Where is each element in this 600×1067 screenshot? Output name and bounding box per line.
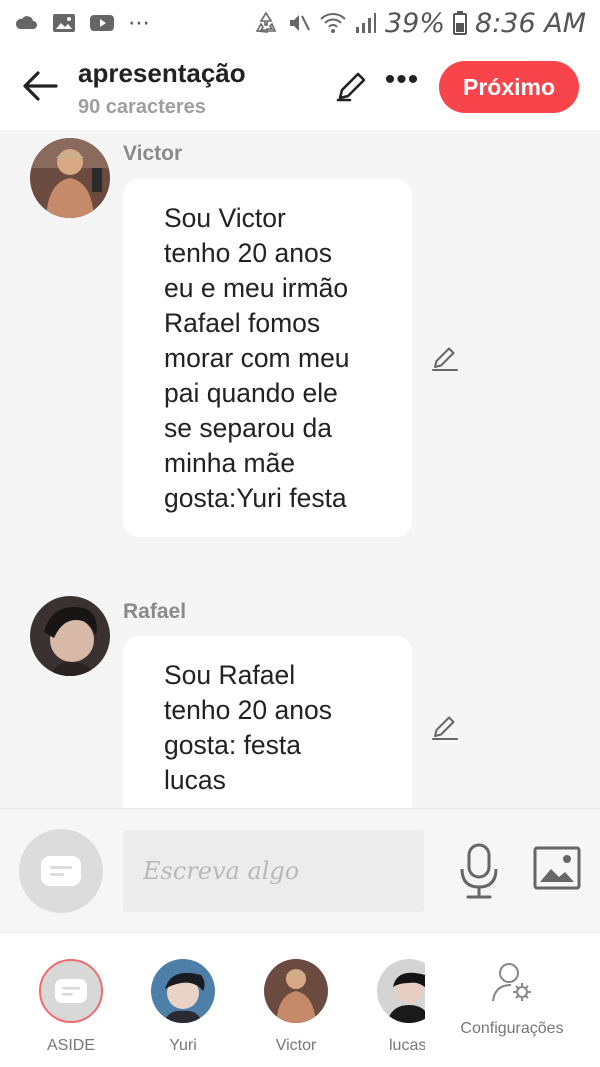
image-picker-icon[interactable] <box>533 846 581 890</box>
app-header: apresentação 90 caracteres ••• Próximo <box>0 46 600 130</box>
pen-icon[interactable] <box>334 68 370 104</box>
tab-label: lucas <box>389 1037 425 1054</box>
more-options-icon[interactable]: ••• <box>384 65 420 100</box>
message-author: Rafael <box>123 600 187 623</box>
clock: 8:36 AM <box>475 7 586 39</box>
tab-label: Yuri <box>169 1037 197 1054</box>
message-author: Victor <box>123 142 183 165</box>
edit-icon[interactable] <box>430 712 460 742</box>
aside-button[interactable] <box>19 829 103 913</box>
avatar-rafael[interactable] <box>30 596 110 676</box>
tab-aside[interactable]: ASIDE <box>21 959 121 1055</box>
avatar-yuri <box>151 959 215 1023</box>
aside-tab-icon <box>39 959 103 1023</box>
mute-icon <box>290 15 310 31</box>
tab-label: Configurações <box>460 1020 564 1037</box>
page-title: apresentação <box>78 58 246 88</box>
microphone-icon[interactable] <box>458 843 500 899</box>
tab-victor[interactable]: Victor <box>246 959 346 1055</box>
recycle-icon <box>255 11 277 33</box>
battery-percent: 39% <box>385 7 446 39</box>
character-count: 90 caracteres <box>78 96 206 118</box>
wifi-icon <box>320 13 346 33</box>
next-button[interactable]: Próximo <box>439 61 579 113</box>
edit-icon[interactable] <box>430 343 460 373</box>
tab-label: Victor <box>275 1037 317 1054</box>
message-list[interactable]: Victor Sou Victor tenho 20 anos eu e meu… <box>0 130 600 808</box>
aside-message-icon <box>41 856 81 886</box>
bottom-tab-bar: ASIDE Yuri Victor lucas Configurações <box>0 932 600 1067</box>
tab-settings[interactable]: Configurações <box>456 961 568 1038</box>
back-arrow-icon[interactable] <box>20 68 60 104</box>
cloud-icon <box>15 16 37 29</box>
signal-icon <box>356 13 376 33</box>
image-icon <box>53 14 75 32</box>
avatar-victor-small <box>264 959 328 1023</box>
avatar-lucas <box>377 959 425 1023</box>
message-input[interactable] <box>143 857 404 885</box>
message-bubble[interactable]: Sou Victor tenho 20 anos eu e meu irmão … <box>123 179 412 537</box>
status-bar: ⋯ 39% 8:36 AM <box>0 0 600 46</box>
youtube-icon <box>90 15 114 31</box>
battery-icon <box>453 11 468 35</box>
composer-bar <box>0 808 600 932</box>
more-notifications-icon: ⋯ <box>128 10 152 35</box>
message-input-container <box>123 830 424 912</box>
tab-yuri[interactable]: Yuri <box>133 959 233 1055</box>
user-settings-icon <box>492 963 531 1002</box>
tab-label: ASIDE <box>46 1037 95 1054</box>
message-bubble[interactable]: Sou Rafael tenho 20 anos gosta: festa lu… <box>123 636 412 808</box>
tab-lucas[interactable]: lucas <box>359 959 425 1055</box>
avatar-victor[interactable] <box>30 138 110 218</box>
